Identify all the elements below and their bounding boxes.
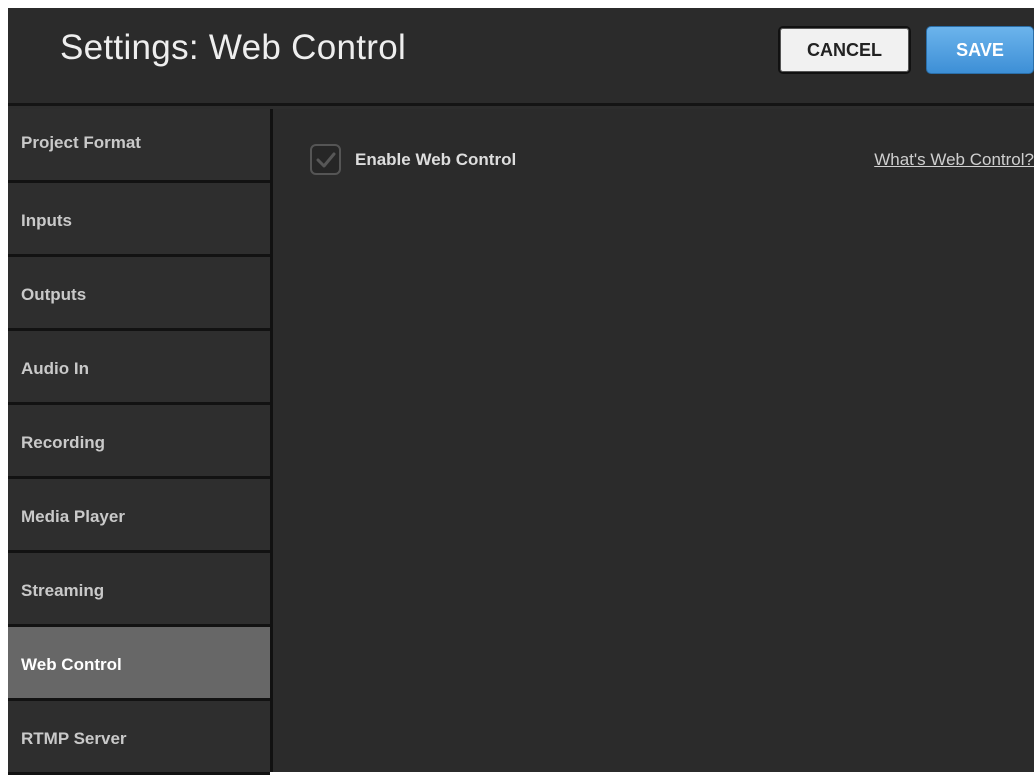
sidebar-item-recording[interactable]: Recording — [8, 405, 270, 479]
sidebar-item-outputs[interactable]: Outputs — [8, 257, 270, 331]
sidebar-item-label: Web Control — [21, 655, 122, 674]
settings-header: Settings: Web Control CANCEL SAVE — [8, 8, 1034, 106]
sidebar-item-audio-in[interactable]: Audio In — [8, 331, 270, 405]
sidebar-item-label: Audio In — [21, 359, 89, 378]
save-button[interactable]: SAVE — [926, 26, 1034, 74]
checkmark-icon — [316, 152, 336, 168]
sidebar-item-label: Media Player — [21, 507, 125, 526]
enable-web-control-label: Enable Web Control — [355, 150, 517, 169]
cancel-button[interactable]: CANCEL — [778, 26, 911, 74]
sidebar-item-streaming[interactable]: Streaming — [8, 553, 270, 627]
sidebar-item-label: RTMP Server — [21, 729, 127, 748]
sidebar-item-label: Inputs — [21, 211, 72, 230]
settings-window: Settings: Web Control CANCEL SAVE Projec… — [8, 8, 1034, 775]
enable-web-control-checkbox[interactable] — [310, 144, 341, 175]
sidebar-item-rtmp-server[interactable]: RTMP Server — [8, 701, 270, 775]
sidebar-item-label: Outputs — [21, 285, 87, 304]
sidebar-item-label: Recording — [21, 433, 106, 452]
sidebar-item-web-control[interactable]: Web Control — [8, 627, 270, 701]
settings-content: Enable Web Control What's Web Control? — [273, 109, 1034, 772]
page-title: Settings: Web Control — [60, 28, 407, 67]
sidebar-item-media-player[interactable]: Media Player — [8, 479, 270, 553]
sidebar-item-label: Streaming — [21, 581, 105, 600]
sidebar-item-project-format[interactable]: Project Format — [8, 109, 270, 183]
sidebar-item-inputs[interactable]: Inputs — [8, 183, 270, 257]
whats-web-control-link[interactable]: What's Web Control? — [874, 150, 1034, 170]
sidebar-item-label: Project Format — [21, 133, 141, 152]
settings-sidebar: Project Format Inputs Outputs Audio In R… — [8, 109, 270, 775]
